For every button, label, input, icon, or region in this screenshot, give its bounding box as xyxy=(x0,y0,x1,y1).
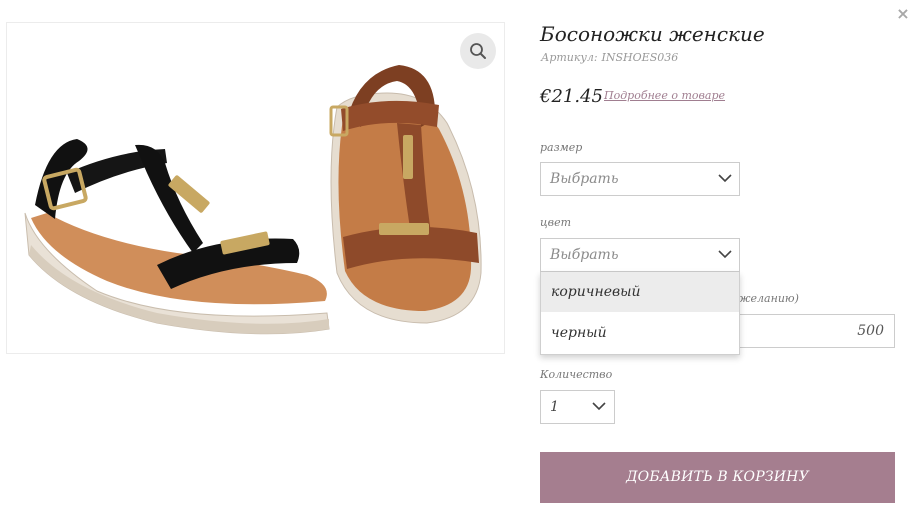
color-label: цвет xyxy=(540,216,572,229)
quantity-select-value: 1 xyxy=(550,399,559,415)
sandals-photo xyxy=(24,65,482,335)
chevron-down-icon xyxy=(718,250,732,259)
personalization-label: желанию) xyxy=(738,292,799,305)
product-details-link[interactable]: Подробнее о товаре xyxy=(604,89,725,102)
close-button[interactable]: × xyxy=(896,6,910,22)
size-select[interactable]: Выбрать xyxy=(540,162,740,196)
close-icon: × xyxy=(896,4,910,23)
size-select-value: Выбрать xyxy=(550,171,619,187)
zoom-button[interactable] xyxy=(460,33,496,69)
sku-label: Артикул: xyxy=(541,51,598,64)
chevron-down-icon xyxy=(718,174,732,183)
size-label: размер xyxy=(540,141,583,154)
product-image[interactable] xyxy=(6,22,505,354)
product-sku: Артикул: INSHOES036 xyxy=(541,51,678,64)
color-option-brown[interactable]: коричневый xyxy=(541,272,739,312)
personalization-input-value: 500 xyxy=(857,323,884,339)
personalization-input[interactable]: 500 xyxy=(735,314,895,348)
search-icon xyxy=(470,43,486,59)
color-select-value: Выбрать xyxy=(550,247,619,263)
quantity-label: Количество xyxy=(540,368,613,381)
color-select[interactable]: Выбрать xyxy=(540,238,740,272)
color-dropdown: коричневый черный xyxy=(540,272,740,355)
product-price: €21.45 xyxy=(540,86,603,107)
quantity-select[interactable]: 1 xyxy=(540,390,615,424)
chevron-down-icon xyxy=(592,402,606,411)
add-to-cart-button[interactable]: ДОБАВИТЬ В КОРЗИНУ xyxy=(540,452,895,503)
color-option-black[interactable]: черный xyxy=(541,313,739,353)
product-title: Босоножки женские xyxy=(540,22,765,46)
sku-value: INSHOES036 xyxy=(601,51,679,64)
